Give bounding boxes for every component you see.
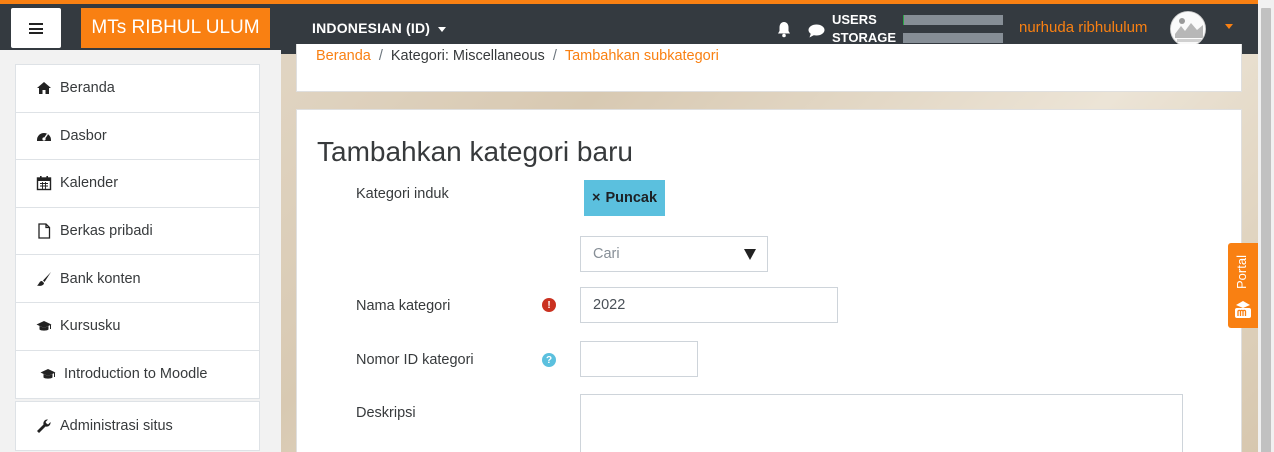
portal-tab[interactable]: Portal	[1228, 243, 1258, 328]
sidebar-item-beranda[interactable]: Beranda	[16, 65, 259, 113]
sidebar-item-dasbor[interactable]: Dasbor	[16, 113, 259, 161]
avatar[interactable]	[1170, 11, 1206, 47]
description-label: Deskripsi	[356, 405, 416, 421]
category-name-input[interactable]: 2022	[580, 287, 838, 323]
user-menu-caret-icon[interactable]	[1225, 24, 1233, 29]
sidebar-item-berkas-pribadi[interactable]: Berkas pribadi	[16, 208, 259, 256]
category-name-label: Nama kategori	[356, 298, 451, 314]
portal-label: Portal	[1234, 255, 1249, 289]
bell-icon[interactable]	[776, 21, 792, 38]
moodle-logo-icon	[1235, 301, 1251, 318]
nav-admin-group: Administrasi situs	[15, 401, 260, 451]
category-id-input[interactable]	[580, 341, 698, 377]
page-scrollbar[interactable]	[1258, 0, 1274, 452]
parent-category-tag[interactable]: × Puncak	[584, 180, 666, 216]
site-brand-button[interactable]: MTs RIBHUL ULUM	[81, 8, 270, 48]
breadcrumb-card: Beranda / Kategori: Miscellaneous / Tambahka…	[296, 44, 1242, 92]
avatar-image	[1171, 12, 1205, 46]
help-icon[interactable]: ?	[542, 353, 556, 367]
language-menu[interactable]: INDONESIAN (ID)	[312, 20, 447, 36]
breadcrumb: Beranda / Kategori: Miscellaneous / Tambahka…	[316, 48, 719, 64]
sidebar-item-label: Kalender	[60, 175, 119, 192]
sidebar-item-bank-konten[interactable]: Bank konten	[16, 255, 259, 303]
file-icon	[38, 223, 51, 239]
quota-users-label: USERS	[832, 12, 877, 27]
paintbrush-icon	[37, 271, 51, 286]
nav-drawer: Beranda Dasbor Kalender Berkas pribadi B…	[0, 50, 281, 452]
breadcrumb-separator: /	[552, 48, 557, 64]
parent-category-search-select[interactable]: Cari	[580, 236, 768, 272]
page-title: Tambahkan kategori baru	[317, 136, 633, 167]
scrollbar-thumb[interactable]	[1261, 8, 1271, 452]
chat-icon[interactable]	[808, 24, 825, 38]
language-label: INDONESIAN (ID)	[312, 20, 431, 36]
user-menu-name[interactable]: nurhuda ribhululum	[1019, 19, 1147, 36]
home-icon	[37, 82, 51, 95]
dropdown-triangle-icon	[744, 249, 756, 260]
sidebar-item-label: Introduction to Moodle	[64, 366, 208, 383]
required-icon: !	[542, 298, 556, 312]
sidebar-item-kalender[interactable]: Kalender	[16, 160, 259, 208]
drawer-toggle-button[interactable]	[11, 8, 61, 48]
close-icon[interactable]: ×	[592, 190, 600, 206]
breadcrumb-category-link[interactable]: Kategori: Miscellaneous	[391, 48, 545, 64]
users-quota-bar	[903, 15, 1003, 25]
parent-category-tag-label: Puncak	[605, 190, 658, 206]
sidebar-item-label: Administrasi situs	[60, 417, 173, 434]
category-name-value: 2022	[593, 297, 626, 313]
description-editor[interactable]	[580, 394, 1183, 452]
site-brand-label: MTs RIBHUL ULUM	[91, 17, 260, 38]
sidebar-item-label: Beranda	[60, 80, 115, 97]
sidebar-item-label: Bank konten	[60, 270, 141, 287]
hamburger-icon	[29, 22, 43, 34]
search-placeholder: Cari	[593, 246, 620, 262]
parent-category-label: Kategori induk	[356, 186, 449, 202]
main-form-card: Tambahkan kategori baru Kategori induk ×…	[296, 109, 1242, 452]
quota-labels: USERS STORAGE	[832, 11, 896, 47]
users-quota-fill	[903, 15, 904, 25]
wrench-icon	[37, 419, 51, 433]
sidebar-item-label: Berkas pribadi	[60, 223, 153, 240]
sidebar-item-label: Dasbor	[60, 127, 107, 144]
graduation-cap-icon	[36, 321, 52, 331]
dashboard-icon	[37, 132, 51, 141]
breadcrumb-home-link[interactable]: Beranda	[316, 48, 371, 64]
category-id-label: Nomor ID kategori	[356, 352, 474, 368]
breadcrumb-separator: /	[378, 48, 383, 64]
sidebar-item-administrasi-situs[interactable]: Administrasi situs	[16, 402, 259, 450]
nav-main-group: Beranda Dasbor Kalender Berkas pribadi B…	[15, 64, 260, 400]
sidebar-item-kursusku[interactable]: Kursusku	[16, 303, 259, 351]
sidebar-item-label: Kursusku	[60, 318, 121, 335]
breadcrumb-current-link[interactable]: Tambahkan subkategori	[565, 48, 719, 64]
sidebar-item-introduction-to-moodle[interactable]: Introduction to Moodle	[16, 351, 259, 399]
chevron-down-icon	[438, 26, 447, 32]
graduation-cap-icon	[40, 369, 56, 379]
storage-quota-bar	[903, 33, 1003, 43]
calendar-icon	[36, 176, 52, 191]
